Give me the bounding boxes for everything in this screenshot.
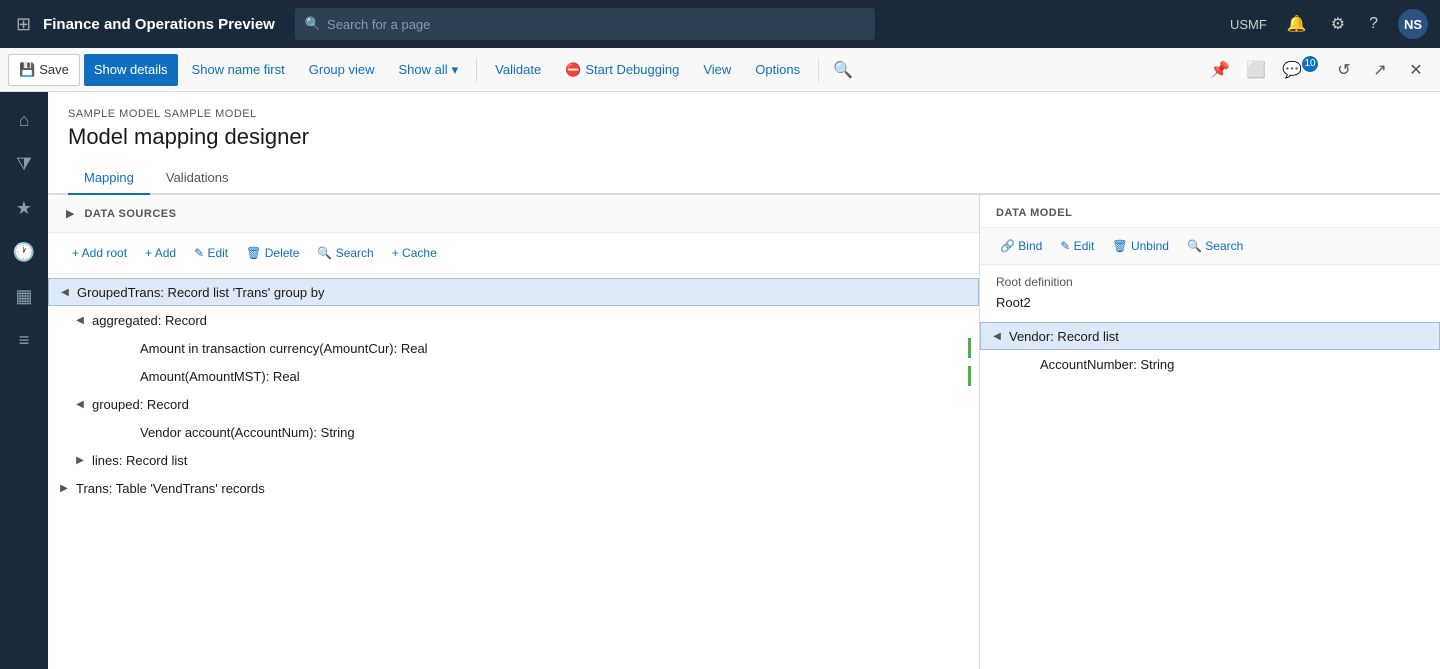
notification-area: 💬 10 — [1276, 54, 1324, 86]
main-content: SAMPLE MODEL SAMPLE MODEL Model mapping … — [48, 92, 1440, 669]
nav-workspaces[interactable]: ▦ — [4, 276, 44, 316]
dm-search-button[interactable]: 🔍 Search — [1179, 232, 1251, 260]
user-avatar[interactable]: NS — [1398, 9, 1428, 39]
unbind-button[interactable]: 🗑 Unbind — [1104, 232, 1177, 260]
tree-collapse-icon[interactable]: ◀ — [989, 328, 1005, 344]
dm-toolbar: 🔗 Bind ✎ Edit 🗑 Unbind 🔍 Search — [980, 227, 1440, 265]
debug-icon: ⛔ — [565, 62, 581, 78]
refresh-icon[interactable]: ↺ — [1328, 54, 1360, 86]
dm-section-title: DATA MODEL — [980, 195, 1440, 227]
split-view: ▶ DATA SOURCES + Add root + Add ✎ Edit 🗑… — [48, 195, 1440, 669]
bind-button[interactable]: 🔗 Bind — [992, 232, 1050, 260]
data-model-panel: DATA MODEL 🔗 Bind ✎ Edit 🗑 Unbind 🔍 Sear… — [980, 195, 1440, 669]
ds-collapse-toggle[interactable]: ▶ — [64, 205, 76, 222]
binding-indicator — [968, 366, 971, 386]
tree-collapse-icon[interactable]: ◀ — [72, 396, 88, 412]
command-toolbar: 💾 Save Show details Show name first Grou… — [0, 48, 1440, 92]
tree-expand-icon[interactable]: ▶ — [72, 452, 88, 468]
edit-button[interactable]: ✎ Edit — [186, 239, 236, 267]
nav-home[interactable]: ⌂ — [4, 100, 44, 140]
tree-collapse-icon[interactable]: ◀ — [72, 312, 88, 328]
validate-button[interactable]: Validate — [485, 54, 551, 86]
tab-validations[interactable]: Validations — [150, 162, 245, 195]
search-page-button[interactable]: 🔍 — [827, 54, 859, 86]
ds-panel-title: DATA SOURCES — [84, 208, 176, 220]
nav-filter[interactable]: ⧩ — [4, 144, 44, 184]
help-icon[interactable]: ? — [1365, 11, 1382, 37]
tree-row[interactable]: ▶ Amount in transaction currency(AmountC… — [48, 334, 979, 362]
top-navigation: ⊞ Finance and Operations Preview 🔍 USMF … — [0, 0, 1440, 48]
breadcrumb: SAMPLE MODEL SAMPLE MODEL — [48, 92, 1440, 124]
dm-tree: ◀ Vendor: Record list ▶ AccountNumber: S… — [980, 318, 1440, 382]
ds-toolbar: + Add root + Add ✎ Edit 🗑 Delete 🔍 Searc… — [48, 233, 979, 274]
show-details-button[interactable]: Show details — [84, 54, 178, 86]
tab-mapping[interactable]: Mapping — [68, 162, 150, 195]
show-all-button[interactable]: Show all ▾ — [389, 54, 469, 86]
root-definition-label: Root definition — [980, 265, 1440, 293]
search-button[interactable]: 🔍 Search — [309, 239, 381, 267]
tree-row[interactable]: ◀ aggregated: Record — [48, 306, 979, 334]
tree-row[interactable]: ▶ Amount(AmountMST): Real — [48, 362, 979, 390]
start-debugging-button[interactable]: ⛔ Start Debugging — [555, 54, 689, 86]
tree-row[interactable]: ◀ grouped: Record — [48, 390, 979, 418]
tree-toggle-empty: ▶ — [1020, 356, 1036, 372]
show-name-first-button[interactable]: Show name first — [182, 54, 295, 86]
view-button[interactable]: View — [693, 54, 741, 86]
separator-1 — [476, 58, 477, 82]
tree-expand-icon[interactable]: ▶ — [56, 480, 72, 496]
search-input[interactable] — [327, 17, 865, 32]
side-navigation: ⌂ ⧩ ★ 🕐 ▦ ≡ — [0, 92, 48, 669]
dm-edit-button[interactable]: ✎ Edit — [1052, 232, 1102, 260]
nav-recent[interactable]: 🕐 — [4, 232, 44, 272]
tree-row[interactable]: ▶ Vendor account(AccountNum): String — [48, 418, 979, 446]
expand-icon[interactable]: ⬜ — [1240, 54, 1272, 86]
separator-2 — [818, 58, 819, 82]
add-root-button[interactable]: + Add root — [64, 239, 135, 267]
nav-right: USMF 🔔 ⚙ ? NS — [1230, 9, 1428, 39]
app-title: Finance and Operations Preview — [43, 16, 275, 33]
tree-toggle-empty: ▶ — [120, 368, 136, 384]
cache-button[interactable]: + Cache — [384, 239, 445, 267]
global-search[interactable]: 🔍 — [295, 8, 875, 40]
notification-badge: 10 — [1302, 56, 1318, 72]
root-definition-value: Root2 — [980, 293, 1440, 318]
settings-icon[interactable]: ⚙ — [1327, 10, 1349, 38]
delete-button[interactable]: 🗑 Delete — [238, 239, 307, 267]
open-new-icon[interactable]: ↗ — [1364, 54, 1396, 86]
dm-tree-row[interactable]: ▶ AccountNumber: String — [980, 350, 1440, 378]
options-button[interactable]: Options — [745, 54, 810, 86]
save-icon: 💾 — [19, 62, 35, 78]
nav-modules[interactable]: ≡ — [4, 320, 44, 360]
group-view-button[interactable]: Group view — [299, 54, 385, 86]
tree-row[interactable]: ◀ GroupedTrans: Record list 'Trans' grou… — [48, 278, 979, 306]
tree-toggle-empty: ▶ — [120, 424, 136, 440]
grid-icon[interactable]: ⊞ — [12, 10, 35, 39]
company-label: USMF — [1230, 17, 1267, 32]
main-layout: ⌂ ⧩ ★ 🕐 ▦ ≡ SAMPLE MODEL SAMPLE MODEL Mo… — [0, 92, 1440, 669]
close-icon[interactable]: ✕ — [1400, 54, 1432, 86]
chevron-down-icon: ▾ — [452, 62, 459, 78]
toolbar-right: 📌 ⬜ 💬 10 ↺ ↗ ✕ — [1204, 54, 1432, 86]
tree-row[interactable]: ▶ Trans: Table 'VendTrans' records — [48, 474, 979, 502]
ds-tree: ◀ GroupedTrans: Record list 'Trans' grou… — [48, 274, 979, 506]
search-icon: 🔍 — [305, 16, 321, 32]
pin-icon[interactable]: 📌 — [1204, 54, 1236, 86]
nav-favorites[interactable]: ★ — [4, 188, 44, 228]
tab-bar: Mapping Validations — [48, 162, 1440, 195]
save-button[interactable]: 💾 Save — [8, 54, 80, 86]
tree-collapse-icon[interactable]: ◀ — [57, 284, 73, 300]
dm-tree-row[interactable]: ◀ Vendor: Record list — [980, 322, 1440, 350]
add-button[interactable]: + Add — [137, 239, 184, 267]
ds-panel-header: ▶ DATA SOURCES — [48, 195, 979, 233]
tree-toggle-empty: ▶ — [120, 340, 136, 356]
binding-indicator — [968, 338, 971, 358]
tree-row[interactable]: ▶ lines: Record list — [48, 446, 979, 474]
page-title: Model mapping designer — [48, 124, 1440, 162]
notifications-icon[interactable]: 🔔 — [1283, 10, 1311, 38]
data-sources-panel: ▶ DATA SOURCES + Add root + Add ✎ Edit 🗑… — [48, 195, 980, 669]
